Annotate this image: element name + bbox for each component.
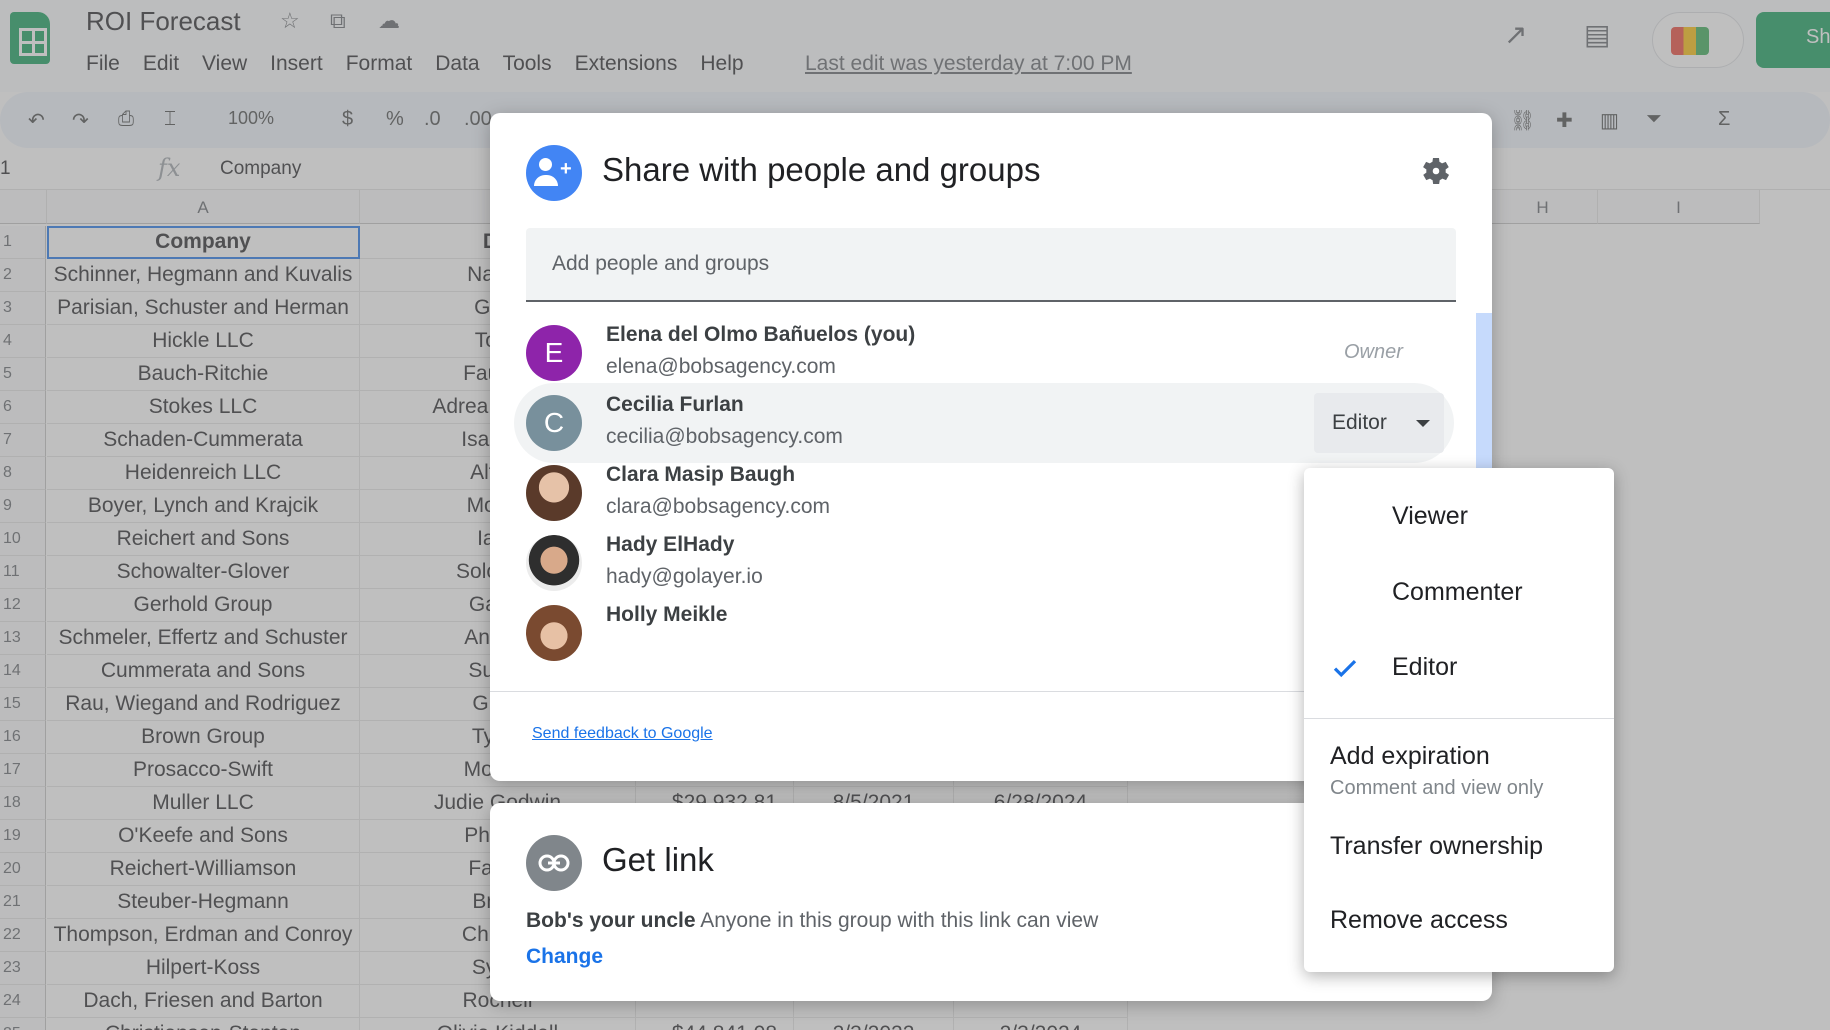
access-text: Anyone in this group with this link can … bbox=[700, 909, 1099, 932]
transfer-ownership-option[interactable]: Transfer ownership bbox=[1330, 832, 1543, 861]
avatar bbox=[526, 465, 582, 521]
link-access-description: Bob's your uncle Anyone in this group wi… bbox=[526, 909, 1098, 933]
people-scrollbar[interactable] bbox=[1476, 313, 1492, 469]
role-option-label: Editor bbox=[1392, 653, 1458, 681]
role-menu: Viewer Commenter Editor Add expiration C… bbox=[1304, 468, 1614, 972]
avatar: E bbox=[526, 325, 582, 381]
add-people-field[interactable] bbox=[526, 228, 1456, 302]
role-option-editor[interactable]: Editor bbox=[1304, 631, 1614, 703]
link-icon bbox=[526, 835, 582, 891]
person-name: Hady ElHady bbox=[606, 533, 735, 556]
caret-down-icon bbox=[1416, 420, 1430, 427]
add-expiration-subtitle: Comment and view only bbox=[1330, 777, 1544, 799]
role-dropdown-label: Editor bbox=[1332, 411, 1387, 434]
remove-access-option[interactable]: Remove access bbox=[1330, 906, 1508, 935]
role-dropdown-button[interactable]: Editor bbox=[1314, 393, 1444, 453]
person-name: Elena del Olmo Bañuelos (you) bbox=[606, 323, 916, 346]
person-name: Holly Meikle bbox=[606, 603, 728, 626]
owner-role-label: Owner bbox=[1344, 341, 1403, 363]
role-option-label: Commenter bbox=[1392, 578, 1523, 606]
group-name: Bob's your uncle bbox=[526, 909, 696, 932]
add-expiration-option[interactable]: Add expiration Comment and view only bbox=[1330, 742, 1543, 800]
avatar bbox=[526, 605, 582, 661]
menu-divider bbox=[1304, 718, 1614, 719]
get-link-title: Get link bbox=[602, 841, 714, 878]
role-option-commenter[interactable]: Commenter bbox=[1304, 556, 1614, 628]
person-email: clara@bobsagency.com bbox=[606, 495, 831, 518]
person-add-icon: + bbox=[526, 145, 582, 201]
person-email: elena@bobsagency.com bbox=[606, 355, 836, 378]
person-row-owner: E Elena del Olmo Bañuelos (you) elena@bo… bbox=[514, 313, 1454, 393]
gear-icon[interactable] bbox=[1418, 153, 1454, 189]
person-email: hady@golayer.io bbox=[606, 565, 763, 588]
role-option-label: Viewer bbox=[1392, 502, 1468, 530]
add-people-input[interactable] bbox=[526, 228, 1456, 300]
avatar bbox=[526, 535, 582, 591]
share-dialog-title: Share with people and groups bbox=[602, 151, 1041, 188]
check-icon bbox=[1333, 659, 1357, 678]
add-expiration-label: Add expiration bbox=[1330, 742, 1490, 770]
person-name: Clara Masip Baugh bbox=[606, 463, 796, 486]
person-row-cecilia[interactable]: C Cecilia Furlan cecilia@bobsagency.com … bbox=[514, 383, 1454, 463]
person-email: cecilia@bobsagency.com bbox=[606, 425, 843, 448]
role-option-viewer[interactable]: Viewer bbox=[1304, 480, 1614, 552]
avatar: C bbox=[526, 395, 582, 451]
change-link-button[interactable]: Change bbox=[526, 945, 603, 969]
send-feedback-link[interactable]: Send feedback to Google bbox=[532, 725, 713, 743]
person-name: Cecilia Furlan bbox=[606, 393, 744, 416]
